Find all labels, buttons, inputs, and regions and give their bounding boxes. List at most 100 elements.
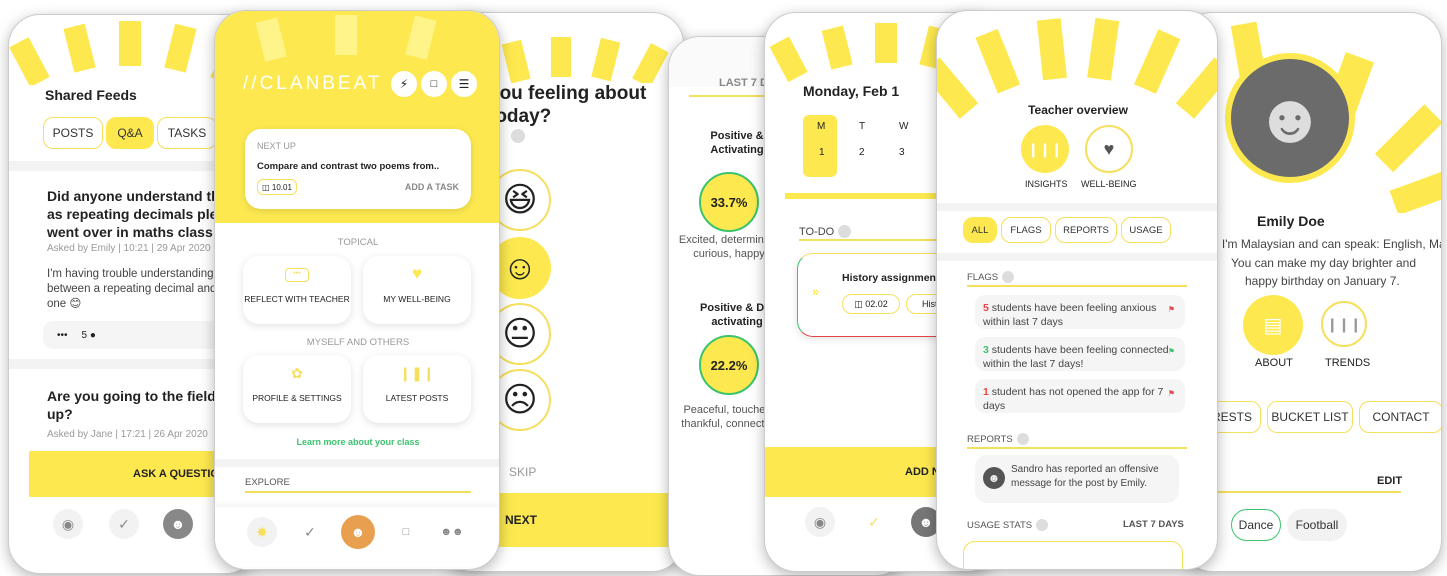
weekday: W <box>899 121 909 132</box>
divider <box>1201 491 1401 493</box>
soundwave-icon: ❙❚❙ <box>399 365 435 381</box>
logo-text: CLANBEAT <box>259 73 383 94</box>
reflect-with-teacher-button[interactable]: ••• REFLECT WITH TEACHER <box>243 256 351 324</box>
app-logo: //CLANBEAT <box>243 73 382 95</box>
date-badge: ◫ 02.02 <box>842 294 900 314</box>
percent-value: 33.7% <box>710 194 748 210</box>
profile-name: Emily Doe <box>1257 213 1325 229</box>
bio-line: happy birthday on January 7. <box>1245 274 1400 289</box>
camera-icon[interactable]: ◉ <box>805 507 835 537</box>
check-icon[interactable]: ✓ <box>109 509 139 539</box>
report-text: Sandro has reported an offensive message… <box>1011 464 1159 489</box>
tab-flags[interactable]: FLAGS <box>1001 217 1051 243</box>
divider <box>799 239 949 241</box>
next-label: NEXT <box>505 513 538 527</box>
latest-posts-button[interactable]: ❙❚❙ LATEST POSTS <box>363 355 471 423</box>
palette-icon: ✿ <box>291 365 303 381</box>
about-icon[interactable]: ▤ <box>1243 295 1303 355</box>
button-label: PROFILE & SETTINGS <box>252 393 342 403</box>
tab-contact[interactable]: CONTACT <box>1359 401 1441 433</box>
add-task-button[interactable]: ADD A TASK <box>405 182 459 192</box>
percent-circle: 22.2% <box>699 335 759 395</box>
profile-settings-button[interactable]: ✿ PROFILE & SETTINGS <box>243 355 351 423</box>
flag-text: student has not opened the app for 7 day… <box>983 386 1164 413</box>
phone-profile: ☻ Emily Doe I'm Malaysian and can speak:… <box>1180 12 1442 572</box>
speech-bubble-icon: ••• <box>285 268 309 282</box>
camera-icon[interactable]: ◉ <box>53 509 83 539</box>
report-item[interactable]: ☻ Sandro has reported an offensive messa… <box>975 455 1179 503</box>
avatar: ☻ <box>983 467 1005 489</box>
home-icon[interactable]: ✸ <box>247 517 277 547</box>
info-icon[interactable] <box>1002 271 1015 283</box>
divider <box>937 253 1217 261</box>
info-icon[interactable] <box>838 225 852 238</box>
day-number[interactable]: 3 <box>899 147 905 158</box>
tab-all[interactable]: ALL <box>963 217 997 243</box>
tab-tasks[interactable]: TASKS <box>157 117 217 149</box>
tab-bucket-list[interactable]: BUCKET LIST <box>1267 401 1353 433</box>
insights-icon[interactable]: ❙❙❙ <box>1021 125 1069 173</box>
learn-more-link[interactable]: Learn more about your class <box>215 437 499 447</box>
info-icon[interactable] <box>1016 433 1029 445</box>
page-title: Shared Feeds <box>45 87 137 103</box>
chat-icon[interactable]: □ <box>391 517 421 547</box>
skip-button[interactable]: SKIP <box>509 465 536 479</box>
divider <box>967 285 1187 287</box>
next-up-label: NEXT UP <box>257 141 296 151</box>
flag-text: students have been feeling connected wit… <box>983 344 1169 371</box>
question-meta: Asked by Jane | 17:21 | 26 Apr 2020 <box>47 429 208 440</box>
range-label[interactable]: LAST 7 DAYS <box>1123 519 1184 530</box>
flag-item[interactable]: 3 students have been feeling connected w… <box>975 337 1185 371</box>
percent-value: 22.2% <box>710 357 748 373</box>
avatar[interactable]: ☻ <box>163 509 193 539</box>
tab-usage[interactable]: USAGE <box>1121 217 1171 243</box>
next-button[interactable]: NEXT <box>481 493 681 547</box>
usage-label: USAGE STATS <box>967 519 1033 531</box>
heart-icon: ♥ <box>411 264 423 283</box>
my-wellbeing-button[interactable]: ♥ MY WELL-BEING <box>363 256 471 324</box>
check-icon[interactable]: ✓ <box>859 507 889 537</box>
todo-label: TO-DO <box>799 225 835 238</box>
more-icon[interactable]: ••• <box>57 330 68 341</box>
flag-item[interactable]: 5 students have been feeling anxious wit… <box>975 295 1185 329</box>
sunburst <box>215 11 499 63</box>
calendar-icon: ◫ <box>262 182 272 192</box>
interest-chip[interactable]: Football <box>1287 509 1347 541</box>
tab-qa[interactable]: Q&A <box>106 117 154 149</box>
bolt-icon[interactable]: ⚡ <box>391 71 417 97</box>
section-label: EXPLORE <box>245 477 290 488</box>
tab-label: WELL-BEING <box>1081 179 1137 189</box>
heart-pulse-icon[interactable]: ♥ <box>1085 125 1133 173</box>
menu-icon[interactable]: ☰ <box>451 71 477 97</box>
divider <box>937 203 1217 211</box>
question-meta: Asked by Emily | 10:21 | 29 Apr 2020 <box>47 243 211 254</box>
divider <box>245 491 471 493</box>
avatar[interactable]: ☻ <box>341 515 375 549</box>
edit-button[interactable]: EDIT <box>1377 475 1402 487</box>
trends-icon[interactable]: ❙❙❙ <box>1321 301 1367 347</box>
task-title: History assignment <box>842 272 940 284</box>
percent-circle: 33.7% <box>699 172 759 232</box>
reports-label: REPORTS <box>967 433 1013 445</box>
interest-chip[interactable]: Dance <box>1231 509 1281 541</box>
check-icon[interactable]: ✓ <box>295 517 325 547</box>
tab-posts[interactable]: POSTS <box>43 117 103 149</box>
page-title: Teacher overview <box>1028 103 1128 117</box>
group-icon[interactable]: ☻☻ <box>437 517 467 547</box>
section-label: TOPICAL <box>337 237 379 248</box>
flag-item[interactable]: 1 student has not opened the app for 7 d… <box>975 379 1185 413</box>
day-number[interactable]: 2 <box>859 147 865 158</box>
tab-reports[interactable]: REPORTS <box>1055 217 1117 243</box>
profile-bio: I'm Malaysian and can speak: English, Ma… <box>1201 235 1441 291</box>
next-up-card[interactable]: NEXT UP Compare and contrast two poems f… <box>245 129 471 209</box>
info-icon[interactable] <box>1036 519 1049 531</box>
day-number[interactable]: 1 <box>819 147 825 158</box>
chat-icon[interactable]: □ <box>421 71 447 97</box>
weekday: M <box>817 121 826 132</box>
logo-mark-icon: // <box>243 73 260 94</box>
date-value: 02.02 <box>865 299 888 309</box>
info-icon[interactable] <box>511 129 525 143</box>
mood-question: you feeling about today? <box>489 83 647 127</box>
profile-photo: ☻ <box>1225 53 1355 183</box>
ask-question-label: ASK A QUESTION <box>133 468 227 480</box>
